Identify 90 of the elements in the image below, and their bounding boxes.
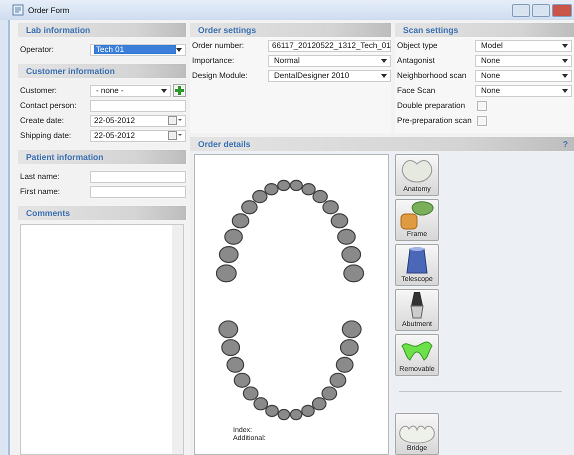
tooth[interactable] (337, 228, 356, 245)
text-field[interactable]: 66117_20120522_1312_Tech_01 (268, 40, 391, 52)
tooth[interactable] (224, 228, 243, 245)
window-title: Order Form (28, 6, 70, 14)
comments-field[interactable] (20, 224, 184, 455)
crown-frame-icon (399, 201, 435, 231)
tooth[interactable] (253, 397, 268, 410)
field-label: Face Scan (397, 86, 436, 95)
scrollbar[interactable] (172, 225, 183, 454)
field-label: Design Module: (192, 71, 249, 80)
caret-icon (562, 44, 568, 48)
tooth[interactable] (264, 183, 279, 196)
field-label: Last name: (20, 172, 61, 181)
section-title: Lab information (26, 25, 90, 35)
tooth[interactable] (290, 408, 302, 420)
tooth[interactable] (301, 404, 315, 418)
text-field[interactable] (90, 100, 186, 112)
tooth[interactable] (278, 408, 290, 420)
tooth[interactable] (321, 386, 338, 401)
tooth[interactable] (265, 404, 279, 418)
field-label: First name: (20, 187, 62, 196)
tooth[interactable] (218, 246, 239, 264)
tooth[interactable] (301, 183, 316, 196)
close-button[interactable] (552, 4, 572, 16)
tooth[interactable] (341, 246, 362, 264)
tooth[interactable] (330, 213, 348, 228)
caret-icon (161, 88, 167, 92)
tooth[interactable] (312, 397, 327, 410)
date-field[interactable]: 22-05-2012 (90, 114, 186, 126)
section-title: Customer information (26, 66, 115, 76)
bridge-icon (398, 422, 436, 445)
section-title: Scan settings (403, 25, 458, 35)
tooth[interactable] (330, 372, 346, 388)
section-title: Order settings (198, 25, 256, 35)
caret-icon (176, 48, 182, 52)
tooth[interactable] (342, 320, 362, 338)
text-field[interactable] (90, 186, 186, 198)
dropdown[interactable]: None (475, 70, 572, 82)
dropdown[interactable]: - none - (90, 84, 171, 96)
caret-icon (562, 58, 568, 62)
field-label: Operator: (20, 45, 55, 54)
dropdown[interactable]: Model (475, 40, 572, 52)
dropdown[interactable]: DentalDesigner 2010 (268, 70, 391, 82)
caret-icon (381, 74, 387, 78)
tooth[interactable] (232, 213, 250, 228)
section-title: Order details (198, 139, 250, 149)
field-label: Importance: (192, 56, 236, 65)
plus-icon (175, 86, 184, 95)
tooth[interactable] (218, 320, 238, 338)
field-label: Customer: (20, 86, 58, 95)
tooth[interactable] (216, 264, 237, 282)
tooth[interactable] (340, 339, 359, 356)
tooth[interactable] (234, 372, 250, 388)
tooth[interactable] (242, 386, 259, 401)
field-label: Create date: (20, 116, 66, 125)
field-label: Object type (397, 41, 438, 50)
form-icon (12, 4, 24, 16)
tooth[interactable] (312, 190, 328, 204)
field-label: Neighborhood scan (397, 71, 468, 80)
text-field[interactable] (90, 170, 186, 182)
tooth[interactable] (221, 339, 240, 356)
tooth[interactable] (322, 200, 339, 214)
tooth[interactable] (290, 180, 303, 192)
calendar-icon (168, 131, 182, 140)
dropdown[interactable]: Normal (268, 54, 391, 66)
tooth[interactable] (277, 180, 290, 192)
dropdown[interactable]: None (475, 84, 572, 96)
section-title: Patient information (26, 152, 104, 162)
date-field[interactable]: 22-05-2012 (90, 130, 186, 142)
dropdown[interactable]: None (475, 54, 572, 66)
field-label: Antagonist (397, 56, 436, 65)
field-label: Pre-preparation scan (397, 116, 473, 125)
field-label: Order number: (192, 41, 246, 50)
dropdown[interactable]: Tech 01 (90, 44, 186, 56)
calendar-icon (168, 116, 182, 125)
tooth[interactable] (336, 356, 354, 373)
caret-icon (381, 58, 387, 62)
checkbox[interactable] (477, 116, 487, 126)
field-label: Shipping date: (20, 131, 72, 140)
tooth[interactable] (252, 190, 268, 204)
tooth[interactable] (226, 356, 244, 373)
section-title: Comments (26, 208, 70, 218)
field-label: Contact person: (20, 101, 78, 110)
tooth[interactable] (343, 264, 364, 282)
add-button[interactable] (173, 84, 186, 97)
caret-icon (562, 88, 568, 92)
checkbox[interactable] (477, 100, 487, 110)
tooth[interactable] (241, 200, 258, 214)
caret-icon (562, 74, 568, 78)
field-label: Double preparation (397, 101, 466, 110)
